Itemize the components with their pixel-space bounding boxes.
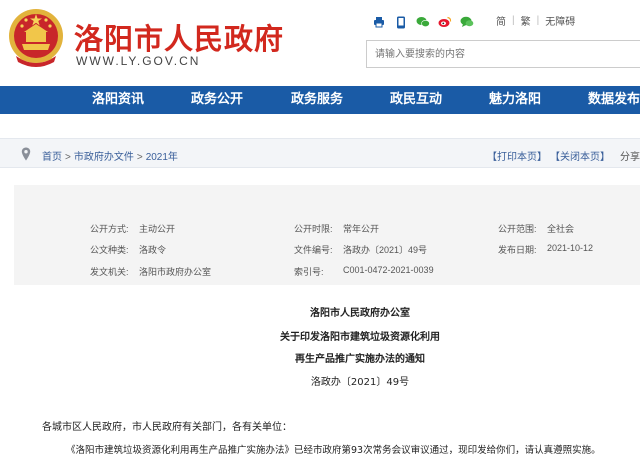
nav-item-data-release[interactable]: 数据发布 [588,86,640,114]
site-header: 洛阳市人民政府 WWW.LY.GOV.CN 简 | 繁 | 无障碍 [0,0,640,86]
breadcrumb-year[interactable]: 2021年 [146,152,178,163]
wechat-icon[interactable] [416,15,430,29]
close-page-link[interactable]: 【关闭本页】 [555,152,610,163]
document-salutation: 各城市区人民政府，市人民政府有关部门，各有关单位： [42,422,292,433]
breadcrumb-separator: > [65,152,71,163]
breadcrumb-gov-office-docs[interactable]: 市政府办文件 [74,152,134,163]
document-title-line1: 关于印发洛阳市建筑垃圾资源化利用 [280,332,440,343]
page-actions: 【打印本页】【关闭本页】分享： [487,148,640,163]
national-emblem-icon[interactable] [6,6,66,72]
nav-item-gov-services[interactable]: 政务服务 [291,86,343,114]
info-label: 公开范围: [498,224,537,234]
search-input[interactable] [366,40,640,68]
location-pin-icon [21,147,31,161]
info-label: 索引号: [294,267,324,277]
chat-icon[interactable] [460,15,474,29]
document-info-table: 公开方式: 主动公开 公开时限: 常年公开 公开范围: 全社会 公文种类: 洛政… [14,185,640,285]
separator: | [512,15,515,26]
info-value: 洛政办〔2021〕49号 [343,245,428,255]
info-label: 公开方式: [90,224,129,234]
info-value: 洛阳市政府办公室 [139,267,212,277]
language-links: 简 | 繁 | 无障碍 [496,13,575,28]
tool-icons [372,12,482,32]
info-label: 文件编号: [294,245,333,255]
document-paragraph: 《洛阳市建筑垃圾资源化利用再生产品推广实施办法》已经市政府第93次常务会议审议通… [66,445,601,456]
print-page-link[interactable]: 【打印本页】 [487,152,547,163]
info-label: 发布日期: [498,245,537,255]
weibo-icon[interactable] [438,15,452,29]
info-value: 全社会 [547,224,575,234]
nav-item-gov-affairs-open[interactable]: 政务公开 [191,86,243,114]
info-value: 2021-10-12 [547,243,594,253]
info-label: 公开时限: [294,224,333,234]
document-issuer: 洛阳市人民政府办公室 [310,308,410,319]
breadcrumb-separator: > [136,152,143,163]
document-number: 洛政办〔2021〕49号 [310,377,410,388]
simplified-chinese-link[interactable]: 简 [496,13,506,28]
mobile-icon[interactable] [394,15,408,29]
breadcrumb-home[interactable]: 首页 [42,152,62,163]
breadcrumb: 首页 > 市政府办文件 >2021年 [42,148,178,163]
print-icon[interactable] [372,15,386,29]
site-title[interactable]: 洛阳市人民政府 [74,16,284,58]
nav-item-news[interactable]: 洛阳资讯 [92,86,144,114]
accessibility-link[interactable]: 无障碍 [545,13,575,28]
site-url: WWW.LY.GOV.CN [76,54,201,68]
info-label: 公文种类: [90,245,129,255]
nav-item-charm-luoyang[interactable]: 魅力洛阳 [489,86,541,114]
nav-item-interaction[interactable]: 政民互动 [390,86,442,114]
info-value: 洛政令 [139,245,167,255]
breadcrumb-bar: 首页>市政府办文件>2021年 【打印本页】【关闭本页】分享： [0,138,640,168]
traditional-chinese-link[interactable]: 繁 [521,13,531,28]
info-label: 发文机关: [90,267,129,277]
info-value: C001-0472-2021-0039 [343,265,434,275]
info-value: 常年公开 [343,224,380,234]
info-value: 主动公开 [139,224,176,234]
main-nav: 洛阳资讯 政务公开 政务服务 政民互动 魅力洛阳 数据发布 [0,86,640,114]
separator: | [536,15,540,26]
document-title-line2: 再生产品推广实施办法的通知 [295,354,425,365]
share-label: 分享： [620,152,640,163]
